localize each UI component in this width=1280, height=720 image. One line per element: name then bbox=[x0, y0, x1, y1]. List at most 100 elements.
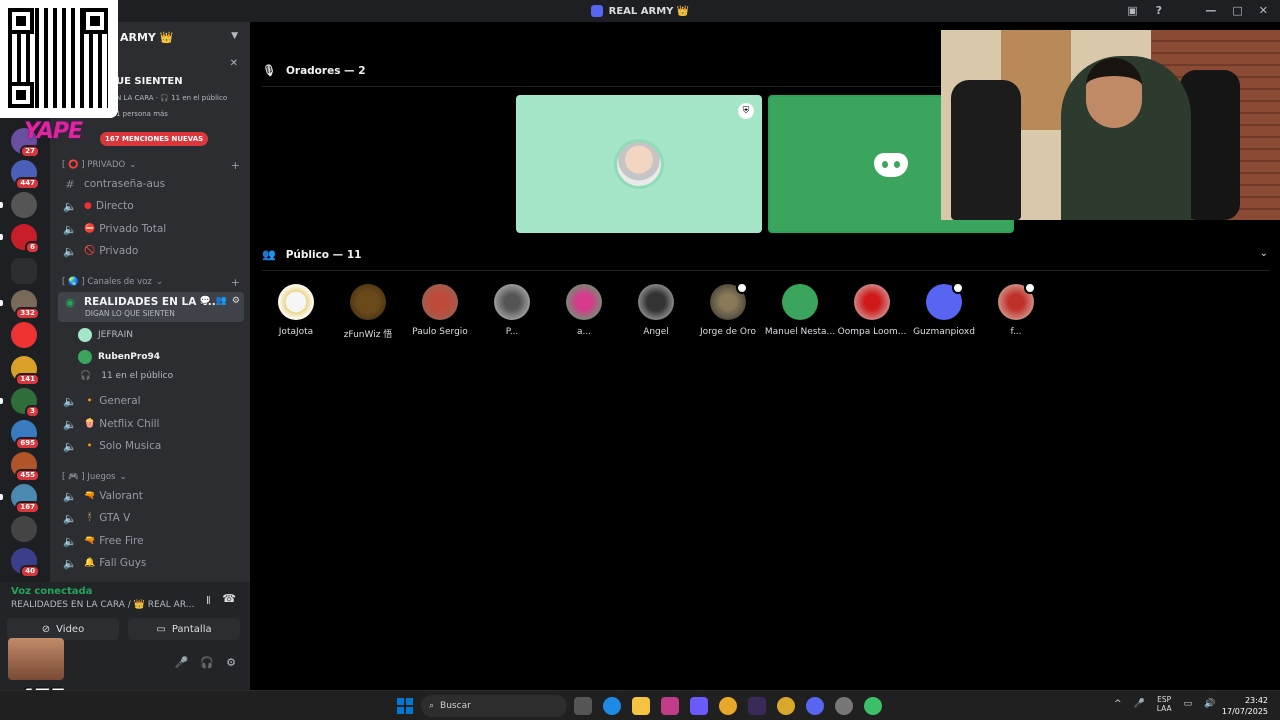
folder-item[interactable] bbox=[11, 258, 37, 284]
new-mentions-pill[interactable]: 167 MENCIONES NUEVAS bbox=[100, 132, 209, 146]
channel-solo-musica[interactable]: 🔈 🔸 Solo Musica bbox=[58, 436, 244, 456]
mic-icon[interactable]: 🎤 bbox=[1134, 699, 1145, 709]
channel-stage-realidades[interactable]: ◉ REALIDADES EN LA C... DIGAN LO QUE SIE… bbox=[58, 292, 244, 322]
invite-icon[interactable]: 👥 bbox=[216, 296, 227, 306]
volume-icon[interactable]: 🔊 bbox=[1204, 699, 1215, 709]
qr-code bbox=[8, 8, 108, 108]
stage-member[interactable]: JEFRAIN bbox=[78, 328, 133, 342]
obs-icon[interactable] bbox=[835, 697, 853, 715]
channel-fallguys[interactable]: 🔈 🔔 Fall Guys bbox=[58, 553, 244, 573]
speaker-icon: 🔈 bbox=[63, 417, 77, 431]
headphones-icon[interactable]: 🎧 bbox=[200, 656, 214, 669]
audience-member[interactable]: Angel bbox=[620, 284, 692, 337]
category-juegos[interactable]: [ 🎮 ] Juegos ⌄ bbox=[62, 472, 246, 482]
server-item[interactable]: 6 bbox=[11, 224, 40, 254]
category-privado[interactable]: [ ⭕ ] PRIVADO ⌄ + bbox=[62, 159, 246, 172]
minimize-icon[interactable]: — bbox=[1205, 4, 1216, 17]
mention-badge: 40 bbox=[20, 565, 40, 578]
audience-member[interactable]: Manuel Nesta... bbox=[764, 284, 836, 337]
inbox-icon[interactable]: ▣ bbox=[1127, 4, 1137, 17]
server-item[interactable]: 332 bbox=[11, 290, 40, 320]
edge-icon[interactable] bbox=[603, 697, 621, 715]
audience-member[interactable]: f... bbox=[980, 282, 1052, 337]
channel-label: Privado Total bbox=[99, 223, 167, 235]
screen-share-button[interactable]: ▭ Pantalla bbox=[128, 618, 240, 640]
server-item[interactable]: 447 bbox=[11, 160, 40, 190]
public-count: 11 en el público bbox=[101, 371, 174, 381]
audience-member[interactable]: Jorge de Oro bbox=[692, 282, 764, 337]
task-view-icon[interactable] bbox=[574, 697, 592, 715]
help-icon[interactable]: ? bbox=[1156, 4, 1162, 17]
channel-freefire[interactable]: 🔈 🔫 Free Fire bbox=[58, 531, 244, 551]
copilot-icon[interactable] bbox=[690, 697, 708, 715]
channel-privado[interactable]: 🔈 🚫 Privado bbox=[58, 241, 244, 261]
stage-public-count[interactable]: 🎧 11 en el público bbox=[78, 371, 173, 381]
disconnect-icon[interactable]: ☎ bbox=[222, 592, 236, 611]
cam-chair bbox=[951, 80, 1021, 220]
server-item[interactable]: 40 bbox=[11, 548, 40, 578]
language-indicator[interactable]: ESP LAA bbox=[1157, 695, 1172, 713]
audience-member[interactable]: a... bbox=[548, 284, 620, 337]
channel-general[interactable]: 🔈 🔸 General bbox=[58, 391, 244, 411]
add-channel-icon[interactable]: + bbox=[231, 159, 240, 172]
discord-icon[interactable] bbox=[806, 697, 824, 715]
window-title: REAL ARMY 👑 bbox=[608, 5, 690, 17]
channel-netflix[interactable]: 🔈 🍿 Netflix Chill bbox=[58, 414, 244, 434]
chrome-icon[interactable] bbox=[719, 697, 737, 715]
mention-badge: 695 bbox=[15, 437, 40, 450]
channel-directo[interactable]: 🔈 ● Directo bbox=[58, 196, 244, 216]
network-icon[interactable]: ▭ bbox=[1184, 699, 1193, 709]
maximize-icon[interactable]: □ bbox=[1232, 4, 1242, 17]
channel-label: Valorant bbox=[99, 490, 143, 502]
file-explorer-icon[interactable] bbox=[632, 697, 650, 715]
audience-member[interactable]: Oompa Loom... bbox=[836, 284, 908, 337]
category-voz[interactable]: [ 🌏 ] Canales de voz ⌄ + bbox=[62, 276, 246, 289]
server-item[interactable]: 455 bbox=[11, 452, 40, 482]
chrome-icon[interactable] bbox=[777, 697, 795, 715]
audience-member[interactable]: Guzmanpioxd bbox=[908, 282, 980, 337]
search-placeholder: Buscar bbox=[440, 701, 471, 711]
server-item[interactable]: 167 bbox=[11, 484, 40, 514]
clock[interactable]: 23:42 17/07/2025 bbox=[1222, 695, 1268, 717]
unread-pip bbox=[0, 300, 3, 306]
close-icon[interactable]: ✕ bbox=[1259, 4, 1268, 17]
channel-privado-total[interactable]: 🔈 ⛔ Privado Total bbox=[58, 219, 244, 239]
avatar bbox=[782, 284, 818, 320]
speaker-tile[interactable]: ⛨ bbox=[516, 95, 762, 233]
chevron-down-icon[interactable]: ⌄ bbox=[1260, 248, 1268, 259]
channel-contrasena[interactable]: # contraseña-aus bbox=[58, 174, 244, 194]
server-item[interactable] bbox=[11, 322, 37, 348]
stage-member[interactable]: RubenPro94 bbox=[78, 350, 160, 364]
chevron-up-icon[interactable]: ^ bbox=[1114, 699, 1122, 709]
server-item[interactable]: 3 bbox=[11, 388, 40, 418]
server-item[interactable]: 695 bbox=[11, 420, 40, 450]
gear-icon[interactable]: ⚙ bbox=[232, 296, 240, 306]
windows-icon[interactable] bbox=[397, 698, 413, 714]
gear-icon[interactable]: ⚙ bbox=[226, 656, 236, 669]
video-button[interactable]: ⊘ Video bbox=[7, 618, 119, 640]
chat-icon[interactable]: 💬 bbox=[199, 296, 210, 306]
soundboard-icon[interactable]: 𝍪 bbox=[207, 592, 211, 611]
channel-label: Fall Guys bbox=[99, 557, 147, 569]
audience-member[interactable]: P... bbox=[476, 284, 548, 337]
channel-gtav[interactable]: 🔈 🕴 GTA V bbox=[58, 508, 244, 528]
audience-member[interactable]: Paulo Sergio bbox=[404, 284, 476, 337]
mic-icon[interactable]: 🎤 bbox=[175, 656, 189, 669]
taskbar-search[interactable]: ⌕ Buscar bbox=[421, 695, 567, 717]
server-item[interactable]: 141 bbox=[11, 356, 40, 386]
voice-location[interactable]: REALIDADES EN LA CARA / 👑 REAL AR... bbox=[11, 600, 194, 610]
stage-card-subtitle: N LA CARA · 🎧 11 en el público bbox=[116, 94, 228, 102]
close-icon[interactable]: ✕ bbox=[230, 58, 238, 69]
server-item[interactable] bbox=[11, 516, 37, 542]
add-channel-icon[interactable]: + bbox=[231, 276, 240, 289]
chrome-icon[interactable] bbox=[864, 697, 882, 715]
avatar bbox=[78, 350, 92, 364]
server-item[interactable] bbox=[11, 192, 37, 218]
audience-member[interactable]: JotaJota bbox=[260, 284, 332, 337]
channel-valorant[interactable]: 🔈 🔫 Valorant bbox=[58, 486, 244, 506]
app-icon[interactable] bbox=[661, 697, 679, 715]
channel-label: Netflix Chill bbox=[99, 418, 160, 430]
game-icon[interactable] bbox=[748, 697, 766, 715]
member-name: zFunWiz 悟 bbox=[343, 330, 393, 340]
audience-member[interactable]: zFunWiz 悟 bbox=[332, 284, 404, 340]
